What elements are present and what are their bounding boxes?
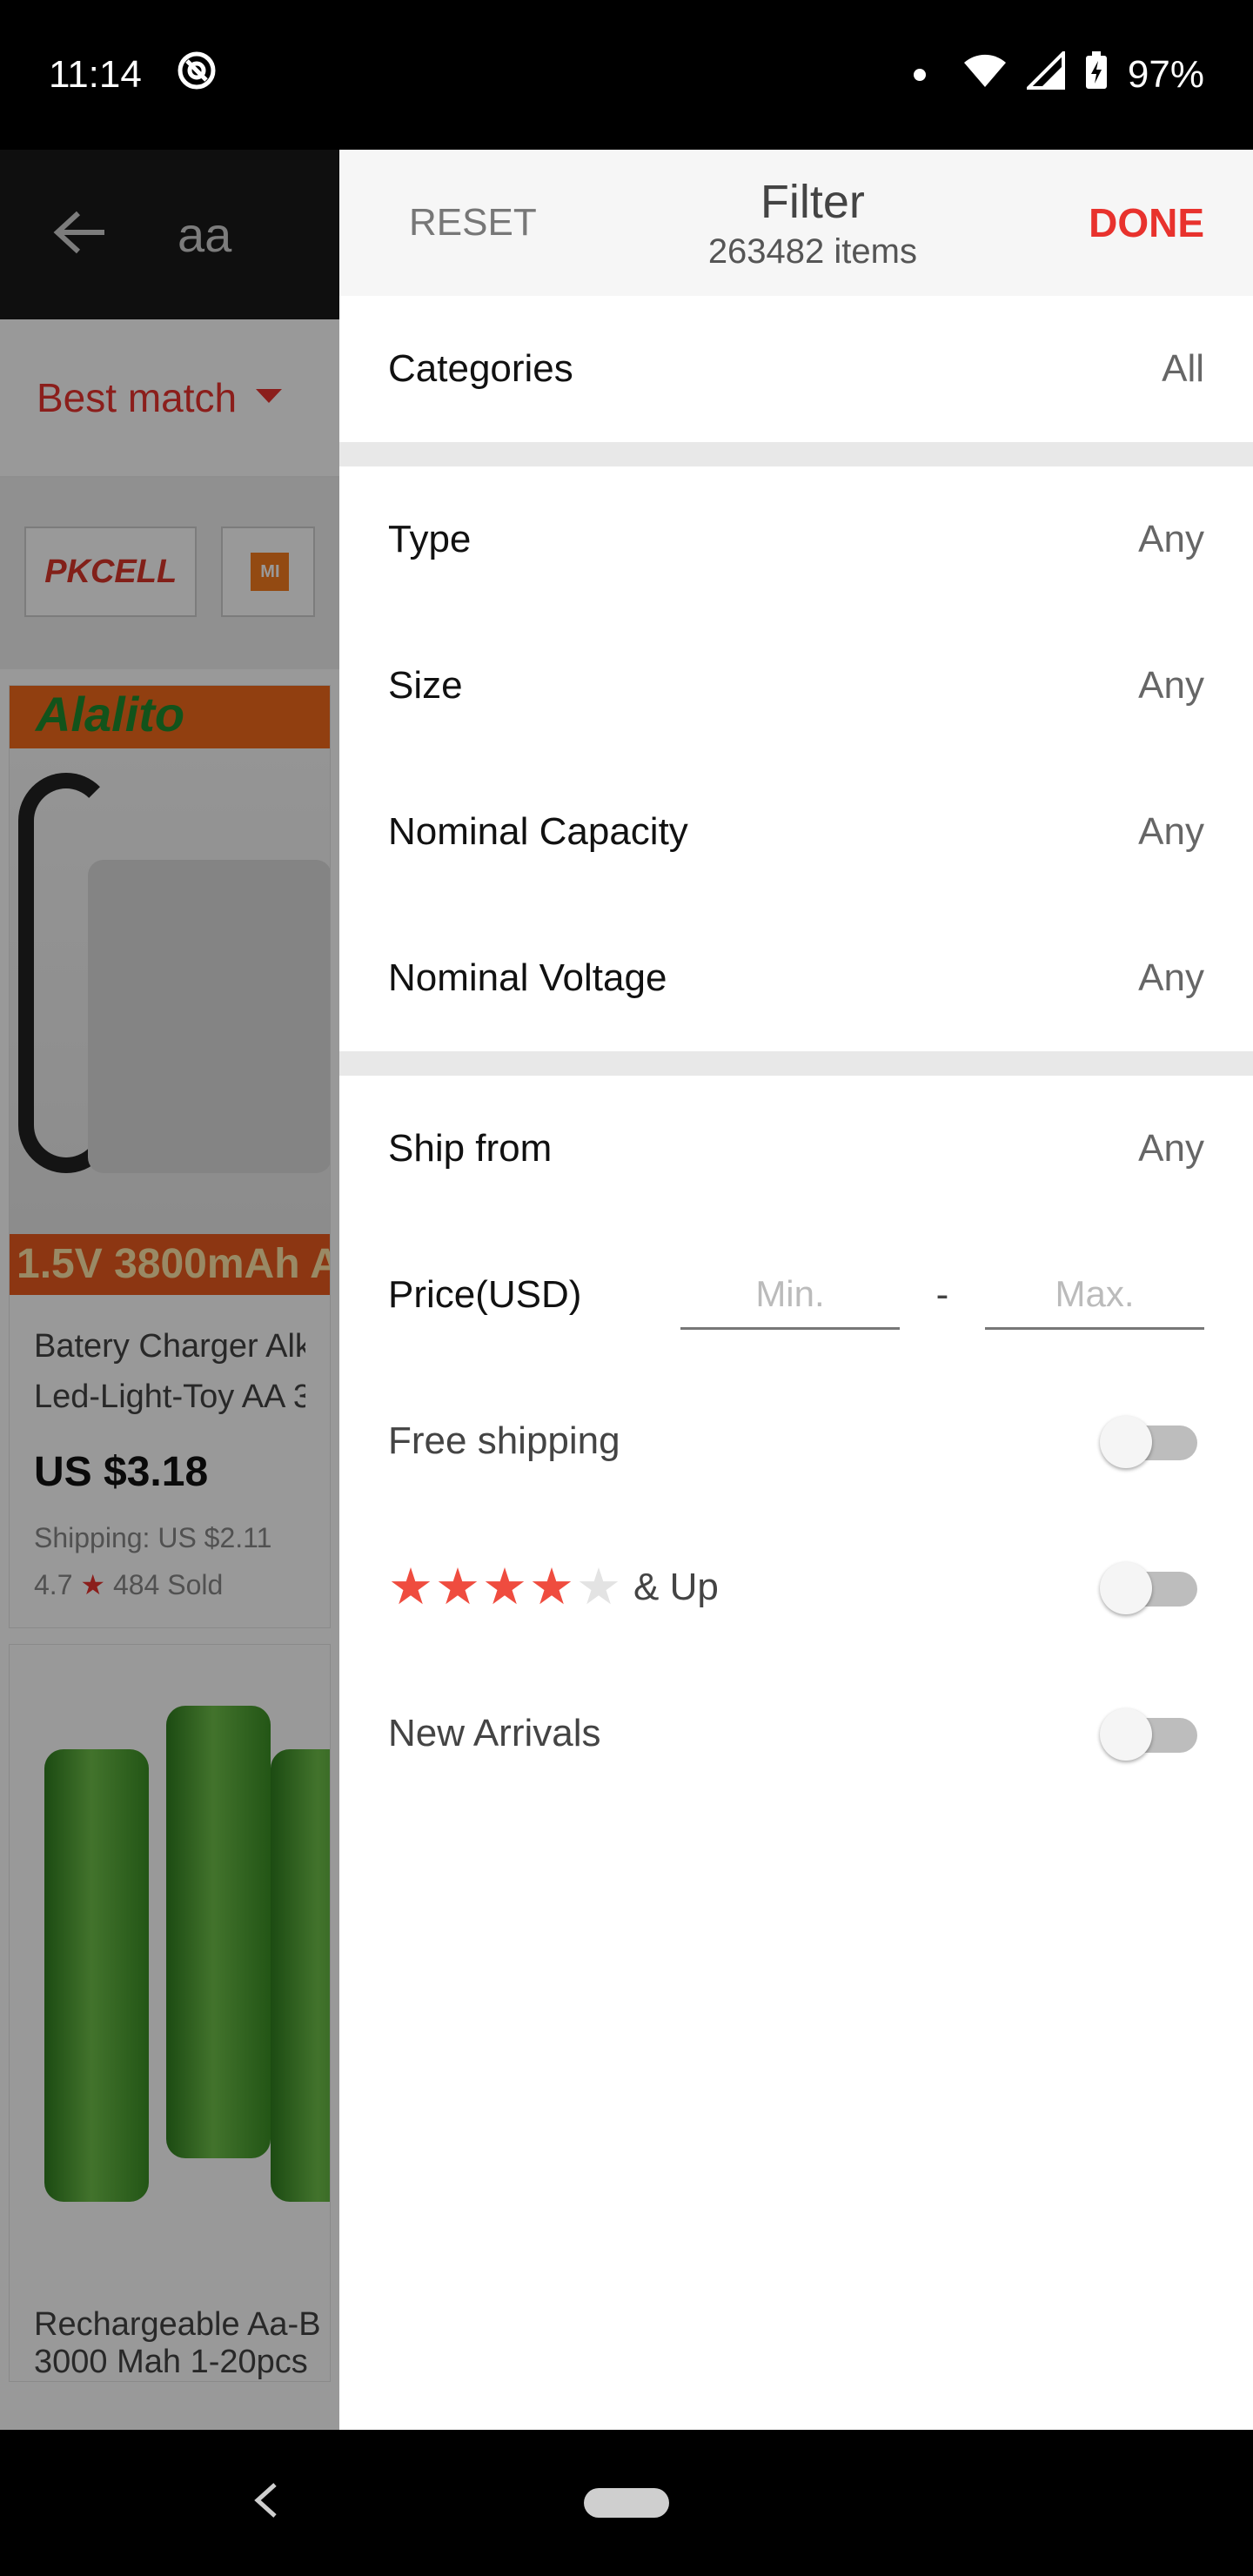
price-min-input[interactable] [680,1260,900,1330]
star-filled-icon: ★ [482,1559,527,1615]
price-label: Price(USD) [388,1273,582,1316]
section-divider [339,1051,1253,1076]
status-time: 11:14 [49,53,142,96]
star-filled-icon: ★ [529,1559,574,1615]
filter-item-count: 263482 items [707,231,917,271]
wifi-icon [962,52,1008,98]
free-shipping-label: Free shipping [388,1419,620,1462]
filter-row-label: Ship from [388,1127,553,1170]
price-max-input[interactable] [985,1260,1204,1330]
done-button[interactable]: DONE [1089,199,1204,246]
filter-row-label: Nominal Voltage [388,956,667,999]
filter-row-ship-from[interactable]: Ship from Any [339,1076,1253,1222]
nav-back-icon[interactable] [252,2473,278,2532]
system-navigation-bar [0,2430,1253,2576]
battery-charging-icon [1084,50,1109,100]
filter-row-nominal-voltage[interactable]: Nominal Voltage Any [339,905,1253,1051]
filter-row-rating: ★ ★ ★ ★ ★ & Up [339,1514,1253,1660]
filter-row-label: Size [388,664,463,707]
filter-row-new-arrivals: New Arrivals [339,1660,1253,1807]
filter-row-value: Any [1138,810,1204,853]
filter-row-price: Price(USD) - [339,1222,1253,1368]
price-separator: - [935,1273,949,1316]
section-divider [339,442,1253,466]
filter-row-size[interactable]: Size Any [339,613,1253,759]
rating-stars: ★ ★ ★ ★ ★ & Up [388,1562,719,1613]
filter-row-value: Any [1138,956,1204,999]
star-filled-icon: ★ [388,1559,433,1615]
free-shipping-toggle[interactable] [1100,1411,1204,1472]
battery-percent: 97% [1127,53,1204,96]
filter-row-label: Type [388,518,472,560]
filter-row-value: Any [1138,664,1204,707]
filter-title-block: Filter 263482 items [537,175,1089,272]
filter-title: Filter [760,175,865,228]
nav-home-pill[interactable] [584,2488,669,2518]
status-bar: 11:14 97% [0,0,1253,150]
toggle-knob [1100,1562,1152,1614]
notification-dot-icon [913,69,926,81]
filter-header: RESET Filter 263482 items DONE [339,150,1253,296]
at-sign-icon [177,50,217,100]
filter-row-nominal-capacity[interactable]: Nominal Capacity Any [339,759,1253,905]
toggle-knob [1100,1416,1152,1468]
filter-row-value: Any [1138,518,1204,560]
rating-toggle[interactable] [1100,1557,1204,1618]
filter-row-value: Any [1138,1127,1204,1170]
reset-button[interactable]: RESET [409,201,537,245]
star-empty-icon: ★ [576,1559,621,1615]
toggle-knob [1100,1708,1152,1761]
scrim-overlay[interactable] [0,150,339,2430]
filter-row-categories[interactable]: Categories All [339,296,1253,442]
filter-row-value: All [1162,347,1204,390]
filter-row-label: Nominal Capacity [388,810,688,853]
cellular-icon [1024,48,1065,99]
filter-row-type[interactable]: Type Any [339,466,1253,613]
rating-suffix: & Up [633,1566,719,1608]
filter-row-label: Categories [388,347,573,390]
filter-drawer: RESET Filter 263482 items DONE Categorie… [339,150,1253,2430]
filter-row-free-shipping: Free shipping [339,1368,1253,1514]
star-filled-icon: ★ [435,1559,480,1615]
new-arrivals-label: New Arrivals [388,1712,601,1754]
new-arrivals-toggle[interactable] [1100,1703,1204,1764]
